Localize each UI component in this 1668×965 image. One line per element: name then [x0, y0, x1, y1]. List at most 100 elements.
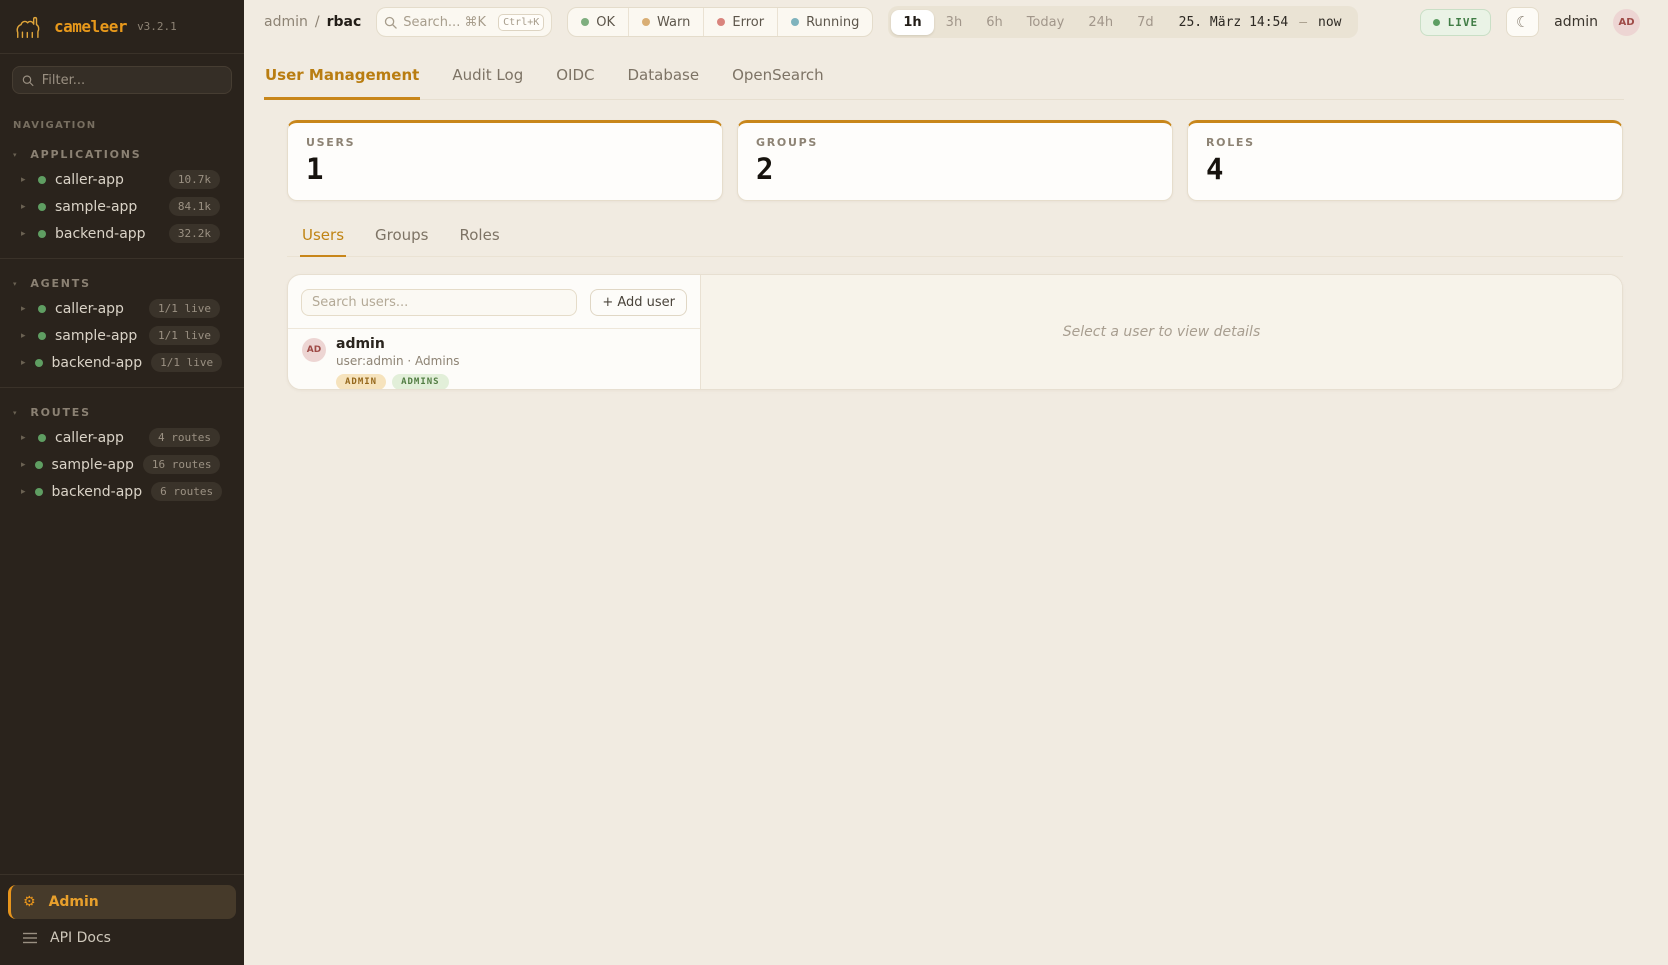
global-search[interactable]: Ctrl+K — [376, 7, 552, 37]
stat-card-users: USERS 1 — [287, 120, 723, 201]
status-dot-icon — [38, 176, 46, 184]
subtab-roles[interactable]: Roles — [458, 220, 502, 256]
sidebar-filter-input[interactable] — [42, 73, 222, 88]
menu-icon — [23, 932, 37, 944]
add-user-button[interactable]: + Add user — [590, 289, 687, 316]
item-count-badge: 6 routes — [151, 482, 222, 501]
role-badge-admin: ADMIN — [336, 374, 386, 390]
admin-label: Admin — [49, 894, 99, 910]
running-dot-icon — [791, 18, 799, 26]
chevron-down-icon: ▾ — [13, 409, 18, 417]
divider — [0, 258, 244, 259]
status-dot-icon — [35, 359, 43, 367]
stat-label: USERS — [306, 136, 704, 149]
time-range-today[interactable]: Today — [1015, 10, 1077, 35]
tab-user-management[interactable]: User Management — [264, 54, 420, 100]
main-tabs: User Management Audit Log OIDC Database … — [264, 54, 1624, 100]
section-header-routes[interactable]: ▾ ROUTES — [0, 399, 244, 424]
stat-value: 2 — [756, 154, 1154, 186]
section-header-agents[interactable]: ▾ AGENTS — [0, 270, 244, 295]
gear-icon: ⚙ — [23, 895, 36, 909]
sidebar-item-api-docs[interactable]: API Docs — [0, 921, 244, 955]
entity-subtabs: Users Groups Roles — [287, 220, 1623, 257]
time-range-1h[interactable]: 1h — [891, 10, 933, 35]
tab-oidc[interactable]: OIDC — [555, 54, 595, 99]
item-label: backend-app — [55, 226, 160, 242]
status-dot-icon — [38, 332, 46, 340]
avatar[interactable]: AD — [1613, 9, 1640, 36]
tab-database[interactable]: Database — [627, 54, 701, 99]
time-range-6h[interactable]: 6h — [974, 10, 1015, 35]
app-name: cameleer — [54, 17, 127, 36]
item-label: backend-app — [52, 355, 143, 371]
api-docs-label: API Docs — [50, 930, 111, 946]
item-count-badge: 32.2k — [169, 224, 220, 243]
item-count-badge: 1/1 live — [149, 326, 220, 345]
error-dot-icon — [717, 18, 725, 26]
sidebar-item-applications-caller-app[interactable]: ▸ caller-app 10.7k — [0, 166, 244, 193]
breadcrumb-parent[interactable]: admin — [264, 14, 308, 30]
user-list-item-admin[interactable]: AD admin user:admin · Admins ADMIN ADMIN… — [288, 329, 700, 390]
time-range-7d[interactable]: 7d — [1125, 10, 1166, 35]
live-badge[interactable]: LIVE — [1420, 9, 1492, 36]
status-filter-running[interactable]: Running — [777, 8, 872, 36]
app-logo: cameleer v3.2.1 — [0, 0, 244, 54]
camel-logo-icon — [14, 12, 44, 42]
item-label: sample-app — [55, 328, 140, 344]
sidebar-item-agents-sample-app[interactable]: ▸ sample-app 1/1 live — [0, 322, 244, 349]
subtab-users[interactable]: Users — [300, 220, 346, 257]
status-label: Running — [806, 15, 859, 30]
status-dot-icon — [38, 203, 46, 211]
user-meta: user:admin · Admins — [336, 354, 460, 368]
time-range-3h[interactable]: 3h — [934, 10, 975, 35]
sidebar-item-applications-sample-app[interactable]: ▸ sample-app 84.1k — [0, 193, 244, 220]
chevron-right-icon: ▸ — [21, 433, 29, 443]
stat-card-roles: ROLES 4 — [1187, 120, 1623, 201]
sidebar-item-routes-caller-app[interactable]: ▸ caller-app 4 routes — [0, 424, 244, 451]
avatar: AD — [302, 338, 326, 362]
tab-audit-log[interactable]: Audit Log — [451, 54, 524, 99]
status-dot-icon — [38, 434, 46, 442]
sidebar-item-agents-backend-app[interactable]: ▸ backend-app 1/1 live — [0, 349, 244, 376]
status-filter-group: OK Warn Error Running — [567, 7, 873, 37]
user-badges: ADMIN ADMINS — [336, 374, 460, 390]
main-area: admin / rbac Ctrl+K OK Warn Error — [244, 0, 1668, 965]
chevron-right-icon: ▸ — [21, 175, 29, 185]
section-label: AGENTS — [30, 277, 91, 290]
sidebar-item-routes-backend-app[interactable]: ▸ backend-app 6 routes — [0, 478, 244, 505]
sidebar-filter[interactable] — [12, 66, 232, 94]
chevron-right-icon: ▸ — [21, 358, 26, 368]
status-dot-icon — [38, 230, 46, 238]
status-filter-ok[interactable]: OK — [568, 8, 628, 36]
sidebar-item-applications-backend-app[interactable]: ▸ backend-app 32.2k — [0, 220, 244, 247]
sidebar-item-routes-sample-app[interactable]: ▸ sample-app 16 routes — [0, 451, 244, 478]
global-search-input[interactable] — [403, 15, 492, 30]
status-filter-warn[interactable]: Warn — [628, 8, 703, 36]
section-label: APPLICATIONS — [30, 148, 141, 161]
stats-grid: USERS 1 GROUPS 2 ROLES 4 — [287, 120, 1623, 201]
time-range-end: now — [1318, 15, 1341, 30]
status-label: OK — [596, 15, 615, 30]
status-filter-error[interactable]: Error — [703, 8, 777, 36]
item-label: caller-app — [55, 172, 160, 188]
stat-value: 1 — [306, 154, 704, 186]
chevron-down-icon: ▾ — [13, 151, 18, 159]
time-range-24h[interactable]: 24h — [1076, 10, 1125, 35]
tab-opensearch[interactable]: OpenSearch — [731, 54, 825, 99]
chevron-right-icon: ▸ — [21, 304, 29, 314]
search-users-input[interactable] — [301, 289, 577, 316]
sidebar-item-admin[interactable]: ⚙ Admin — [8, 885, 236, 919]
live-dot-icon — [1433, 19, 1440, 26]
item-label: caller-app — [55, 301, 140, 317]
chevron-right-icon: ▸ — [21, 331, 29, 341]
theme-toggle-button[interactable]: ☾ — [1506, 7, 1539, 37]
chevron-right-icon: ▸ — [21, 460, 26, 470]
section-header-applications[interactable]: ▾ APPLICATIONS — [0, 141, 244, 166]
breadcrumb-current: rbac — [327, 14, 362, 30]
item-count-badge: 10.7k — [169, 170, 220, 189]
subtab-groups[interactable]: Groups — [373, 220, 430, 256]
stat-value: 4 — [1206, 154, 1604, 186]
item-count-badge: 1/1 live — [149, 299, 220, 318]
sidebar-item-agents-caller-app[interactable]: ▸ caller-app 1/1 live — [0, 295, 244, 322]
item-count-badge: 4 routes — [149, 428, 220, 447]
